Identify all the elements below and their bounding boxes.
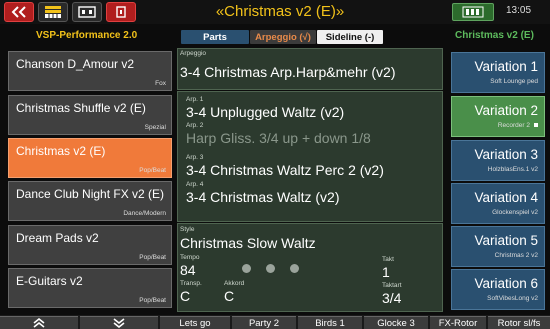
song-name: Chanson D_Amour v2 — [16, 57, 135, 71]
time-signature-label: Taktart — [382, 282, 402, 289]
record-button[interactable] — [106, 2, 136, 22]
song-item[interactable]: Dream Pads v2 Pop/Beat — [8, 225, 172, 265]
footswitch-button-4[interactable]: Glocke 3 — [364, 316, 428, 329]
variation-sound: Soft Lounge ped — [490, 78, 538, 85]
variation-sound: Christmas 2 v2 — [494, 252, 538, 259]
song-item[interactable]: E-Guitars v2 Pop/Beat — [8, 268, 172, 308]
variation-name: Variation 5 — [474, 233, 538, 248]
arpeggio-label: Arpeggio — [180, 50, 207, 57]
back-icon — [11, 6, 26, 18]
keyboard-icon — [45, 6, 61, 18]
variation-sound-text: Recorder 2 — [497, 122, 530, 129]
takt-value: 1 — [382, 264, 390, 280]
variation-sound: Glockenspiel v2 — [492, 209, 538, 216]
song-name: Dance Club Night FX v2 (E) — [16, 187, 165, 201]
variation-name: Variation 1 — [474, 59, 538, 74]
keyboard-button[interactable] — [38, 2, 68, 22]
takt-label: Takt — [382, 256, 394, 263]
drawbar-button[interactable] — [72, 2, 102, 22]
registration-button[interactable] — [452, 3, 494, 21]
clock: 13:05 — [506, 5, 532, 16]
footswitch-button-5[interactable]: FX-Rotor — [430, 316, 486, 329]
active-marker-icon — [534, 123, 538, 128]
chord-value: C — [224, 288, 235, 304]
arpeggio-panel[interactable]: Arpeggio 3-4 Christmas Arp.Harp&mehr (v2… — [177, 48, 443, 90]
song-name: Dream Pads v2 — [16, 231, 99, 245]
beat-indicator — [242, 264, 251, 273]
variation-6-button[interactable]: Variation 6 SoftVibesLong v2 — [451, 269, 545, 310]
variation-name: Variation 3 — [474, 147, 538, 162]
tab-arpeggio[interactable]: Arpeggio (√) — [250, 30, 316, 44]
arp-label: Arp. 3 — [186, 154, 204, 161]
song-category: Pop/Beat — [139, 167, 166, 174]
arp-label: Arp. 1 — [186, 96, 204, 103]
song-name: E-Guitars v2 — [16, 274, 83, 288]
variation-2-button[interactable]: Variation 2 Recorder 2 — [451, 96, 545, 137]
tempo-value: 84 — [180, 262, 196, 278]
tempo-label: Tempo — [180, 254, 200, 261]
variation-name: Variation 2 — [474, 103, 538, 118]
arp-value[interactable]: 3-4 Unplugged Waltz (v2) — [186, 104, 344, 120]
song-name: Christmas v2 (E) — [16, 144, 106, 158]
chevron-up-icon — [33, 318, 45, 328]
variation-5-button[interactable]: Variation 5 Christmas 2 v2 — [451, 226, 545, 267]
transpose-value: C — [180, 288, 191, 304]
song-category: Dance/Modern — [123, 210, 166, 217]
tab-parts[interactable]: Parts — [181, 30, 249, 44]
chord-label: Akkord — [224, 280, 245, 287]
song-category: Pop/Beat — [139, 254, 166, 261]
scroll-up-button[interactable] — [0, 316, 78, 329]
chevron-down-icon — [113, 318, 125, 328]
scroll-down-button[interactable] — [80, 316, 158, 329]
song-category: Fox — [155, 80, 166, 87]
variation-sound: Recorder 2 — [498, 122, 538, 129]
song-item[interactable]: Chanson D_Amour v2 Fox — [8, 51, 172, 91]
time-signature-value: 3/4 — [382, 290, 402, 306]
beat-indicator — [266, 264, 275, 273]
arp-label: Arp. 4 — [186, 181, 204, 188]
registration-icon — [462, 6, 484, 18]
song-name: Christmas Shuffle v2 (E) — [16, 101, 146, 115]
style-value: Christmas Slow Waltz — [180, 235, 316, 251]
footswitch-button-6[interactable]: Rotor sl/fs — [488, 316, 550, 329]
arpeggio-value: 3-4 Christmas Arp.Harp&mehr (v2) — [180, 64, 396, 80]
tab-sideline[interactable]: Sideline (-) — [317, 30, 383, 44]
arp-label: Arp. 2 — [186, 122, 204, 129]
variation-4-button[interactable]: Variation 4 Glockenspiel v2 — [451, 183, 545, 224]
current-song-label: Christmas v2 (E) — [455, 30, 534, 41]
record-icon — [116, 6, 126, 18]
style-panel[interactable]: Style Christmas Slow Waltz Tempo 84 Takt… — [177, 223, 443, 312]
performance-label: VSP-Performance 2.0 — [36, 30, 138, 41]
song-category: Spezial — [144, 124, 166, 131]
arp-value[interactable]: Harp Gliss. 3/4 up + down 1/8 — [186, 130, 371, 146]
arp-value[interactable]: 3-4 Christmas Waltz Perc 2 (v2) — [186, 162, 384, 178]
page-title: «Christmas v2 (E)» — [215, 3, 345, 20]
bottom-bar: Lets go Party 2 Birds 1 Glocke 3 FX-Roto… — [0, 315, 550, 329]
transpose-label: Transp. — [180, 280, 202, 287]
song-item-selected[interactable]: Christmas v2 (E) Pop/Beat — [8, 138, 172, 178]
variation-1-button[interactable]: Variation 1 Soft Lounge ped — [451, 52, 545, 93]
top-bar: «Christmas v2 (E)» 13:05 — [0, 0, 550, 24]
variation-sound: HolzblasEns.1 v2 — [487, 166, 538, 173]
song-item[interactable]: Christmas Shuffle v2 (E) Spezial — [8, 95, 172, 135]
beat-indicator — [290, 264, 299, 273]
variation-3-button[interactable]: Variation 3 HolzblasEns.1 v2 — [451, 140, 545, 181]
variation-name: Variation 6 — [474, 276, 538, 291]
back-button[interactable] — [4, 2, 34, 22]
song-item[interactable]: Dance Club Night FX v2 (E) Dance/Modern — [8, 181, 172, 221]
variation-name: Variation 4 — [474, 190, 538, 205]
song-category: Pop/Beat — [139, 297, 166, 304]
footswitch-button-1[interactable]: Lets go — [160, 316, 230, 329]
drawbar-icon — [78, 6, 96, 18]
variation-sound: SoftVibesLong v2 — [487, 295, 538, 302]
arp-list-panel: Arp. 1 3-4 Unplugged Waltz (v2) Arp. 2 H… — [177, 91, 443, 222]
arp-value[interactable]: 3-4 Christmas Waltz (v2) — [186, 189, 340, 205]
footswitch-button-2[interactable]: Party 2 — [232, 316, 296, 329]
style-label: Style — [180, 226, 195, 233]
footswitch-button-3[interactable]: Birds 1 — [298, 316, 362, 329]
